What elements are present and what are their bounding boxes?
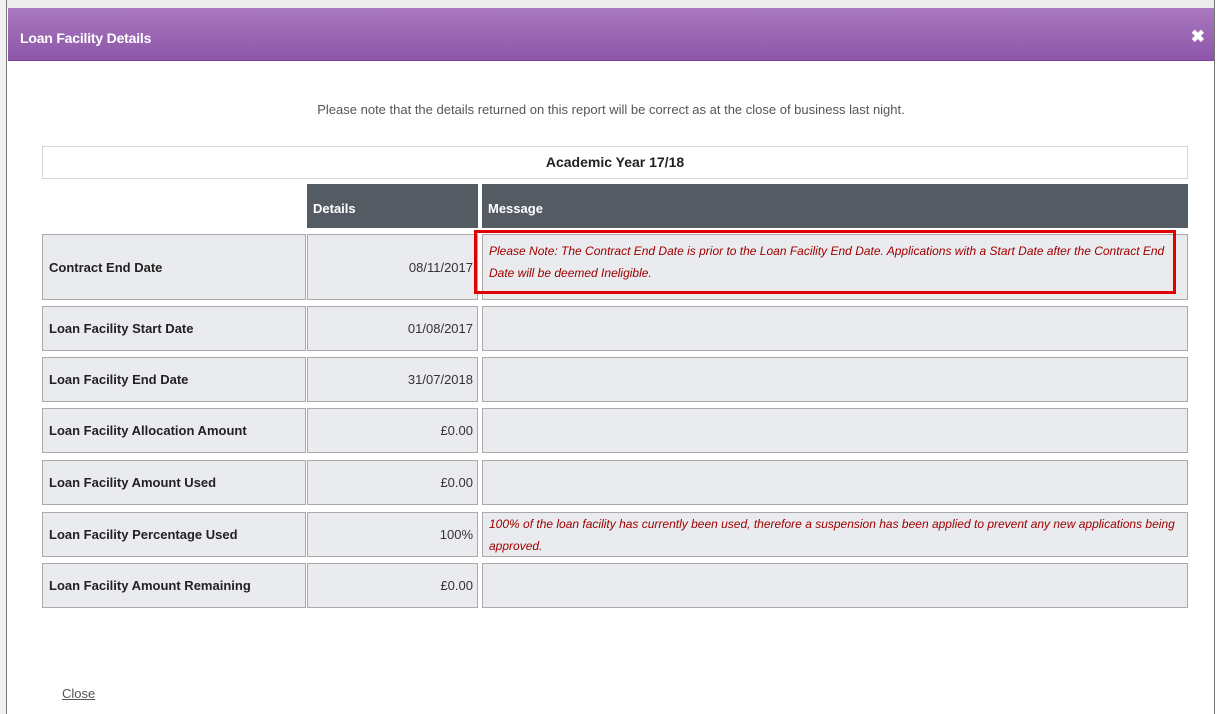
close-icon[interactable]: ✖ [1191,27,1205,47]
row-label-loan-facility-start-date: Loan Facility Start Date [42,306,306,351]
row-value-loan-facility-start-date: 01/08/2017 [307,306,478,351]
dialog-titlebar: Loan Facility Details ✖ [8,8,1214,61]
row-message-percentage-used: 100% of the loan facility has currently … [482,512,1188,557]
row-label-contract-end-date: Contract End Date [42,234,306,300]
row-label-loan-facility-end-date: Loan Facility End Date [42,357,306,402]
row-value-allocation-amount: £0.00 [307,408,478,453]
close-link[interactable]: Close [62,686,95,701]
background-window-left [0,0,7,714]
row-message-contract-end-date: Please Note: The Contract End Date is pr… [482,234,1188,300]
background-window-right [1214,0,1223,714]
row-label-amount-remaining: Loan Facility Amount Remaining [42,563,306,608]
row-value-loan-facility-end-date: 31/07/2018 [307,357,478,402]
row-label-percentage-used: Loan Facility Percentage Used [42,512,306,557]
row-message-amount-used [482,460,1188,505]
row-label-amount-used: Loan Facility Amount Used [42,460,306,505]
row-value-contract-end-date: 08/11/2017 [307,234,478,300]
column-header-details: Details [307,184,478,228]
row-label-allocation-amount: Loan Facility Allocation Amount [42,408,306,453]
row-message-loan-facility-end-date [482,357,1188,402]
row-message-loan-facility-start-date [482,306,1188,351]
row-value-amount-remaining: £0.00 [307,563,478,608]
academic-year-heading: Academic Year 17/18 [42,146,1188,179]
report-note: Please note that the details returned on… [317,102,905,117]
row-message-amount-remaining [482,563,1188,608]
background-window-top [0,0,1223,8]
dialog-title: Loan Facility Details [20,30,152,46]
column-header-message: Message [482,184,1188,228]
row-message-allocation-amount [482,408,1188,453]
loan-facility-dialog: Loan Facility Details ✖ Please note that… [8,8,1214,714]
row-value-amount-used: £0.00 [307,460,478,505]
row-value-percentage-used: 100% [307,512,478,557]
